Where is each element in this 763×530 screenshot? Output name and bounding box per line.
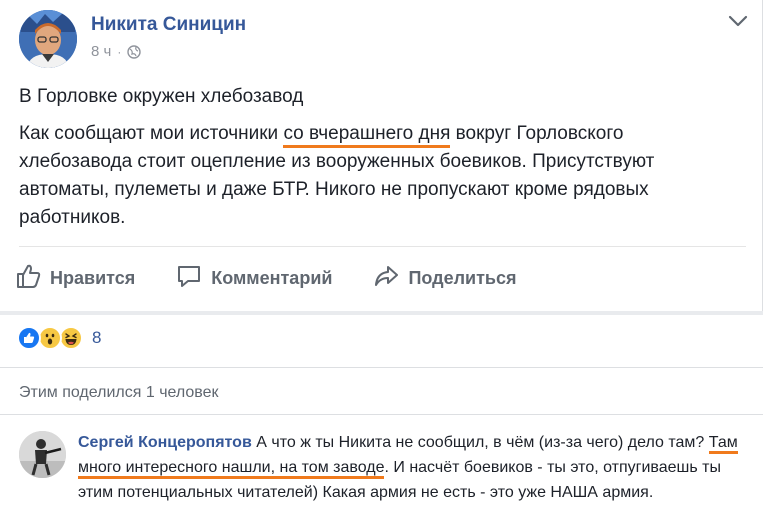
meta-separator: · bbox=[117, 44, 122, 59]
post-body-part1: Как сообщают мои источники bbox=[19, 123, 284, 144]
comment-body: Сергей Концеропятов А что ж ты Никита не… bbox=[78, 430, 738, 505]
post-meta: 8 ч · bbox=[91, 43, 142, 60]
share-label: Поделиться bbox=[408, 267, 517, 288]
globe-icon bbox=[127, 44, 142, 59]
comment-avatar[interactable] bbox=[19, 431, 66, 478]
comment-bubble-icon bbox=[175, 262, 203, 295]
post-body-highlight: со вчерашнего дня bbox=[283, 123, 451, 148]
thumbs-up-icon bbox=[14, 262, 42, 295]
haha-icon bbox=[59, 326, 83, 350]
comment-author[interactable]: Сергей Концеропятов bbox=[78, 434, 252, 451]
share-arrow-icon bbox=[372, 262, 400, 295]
comment-button[interactable]: Комментарий bbox=[175, 262, 332, 295]
like-button[interactable]: Нравится bbox=[14, 262, 135, 295]
shares-count[interactable]: Этим поделился 1 человек bbox=[19, 384, 219, 402]
section-gap bbox=[0, 311, 763, 315]
comment-label: Комментарий bbox=[211, 267, 333, 288]
action-divider bbox=[19, 246, 746, 247]
share-divider bbox=[0, 367, 763, 368]
reactions-summary[interactable]: 8 bbox=[17, 325, 101, 351]
chevron-down-icon[interactable] bbox=[727, 12, 749, 30]
post-actions: Нравится Комментарий Поделиться bbox=[14, 256, 556, 300]
wow-icon bbox=[38, 326, 62, 350]
post-body: Как сообщают мои источники со вчерашнего… bbox=[19, 120, 739, 232]
post-title: В Горловке окружен хлебозавод bbox=[19, 86, 304, 107]
comment-divider bbox=[0, 414, 763, 415]
share-button[interactable]: Поделиться bbox=[372, 262, 516, 295]
like-label: Нравится bbox=[50, 267, 136, 288]
author-name[interactable]: Никита Синицин bbox=[91, 14, 246, 36]
reaction-count[interactable]: 8 bbox=[92, 328, 101, 348]
post-time[interactable]: 8 ч bbox=[91, 43, 111, 60]
like-icon bbox=[17, 326, 41, 350]
post-card: Никита Синицин 8 ч · В Горловке окружен … bbox=[0, 0, 763, 311]
comment-part1: А что ж ты Никита не сообщил, в чём (из-… bbox=[251, 434, 709, 451]
author-avatar[interactable] bbox=[19, 10, 77, 68]
